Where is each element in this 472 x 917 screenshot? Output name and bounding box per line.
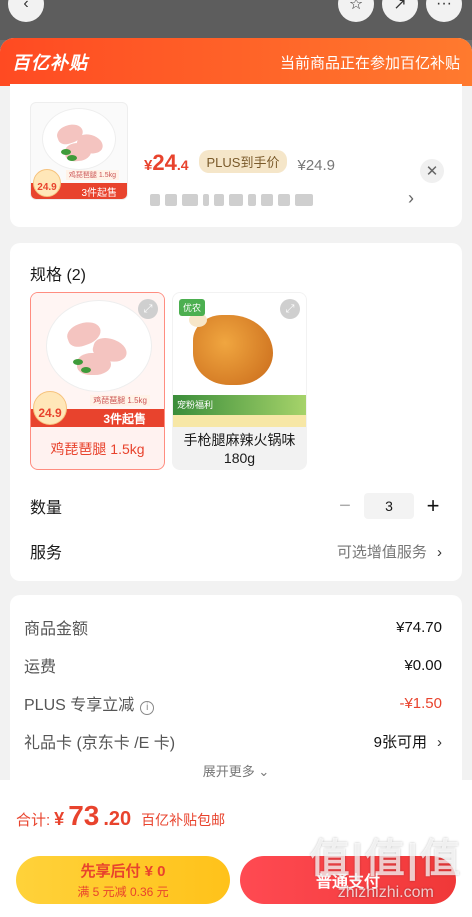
thumb-price-badge: 24.9 [33,169,61,197]
shipping-label: 运费 [24,659,57,676]
original-price: ¥24.9 [297,157,336,174]
chevron-right-icon[interactable]: › [408,188,414,209]
increase-button[interactable]: + [424,493,442,519]
service-label: 服务 [30,545,63,562]
quantity-stepper: − 3 + [336,493,442,519]
expand-icon[interactable]: ⤢ [138,299,158,319]
thumb-weight: 鸡琵琶腿 1.5kg [65,170,119,180]
giftcard-value: 9张可用 › [373,733,442,751]
total-amount: 73 [68,800,100,831]
pay-later-button[interactable]: 先享后付 ¥ 0 满 5 元减 0.36 元 [16,856,230,904]
service-row[interactable]: 服务 可选增值服务 › [30,539,442,563]
total-label: 合计: [16,812,51,829]
product-title-redacted [150,194,313,206]
spec-section: 规格 (2) ⤢ 鸡琵琶腿 1.5kg 3件起售 24.9 鸡琵琶腿 1.5kg [10,243,462,581]
shipping-row: 运费 ¥0.00 [24,653,442,677]
decrease-button[interactable]: − [336,495,354,518]
plate-image [43,109,115,169]
plus-discount-value: -¥1.50 [399,694,442,712]
goods-amount-label: 商品金额 [24,621,89,638]
more-icon[interactable]: ··· [426,0,462,22]
giftcard-label: 礼品卡 (京东卡 /E 卡) [24,735,176,752]
subsidy-notice: 当前商品正在参加百亿补贴 [279,54,460,72]
promo-band: 宠粉福利 [173,395,306,415]
close-icon[interactable]: ✕ [420,159,444,183]
checkout-bar: 合计: ¥73.20 百亿补贴包邮 先享后付 ¥ 0 满 5 元减 0.36 元… [0,780,472,917]
chevron-right-icon: › [437,733,442,751]
total-note: 百亿补贴包邮 [141,812,226,828]
option-image: 优农 ⤢ 宠粉福利 [173,293,306,427]
background-page-header: ‹ ☆ ↗ ··· [0,0,472,40]
info-icon[interactable]: i [140,700,155,715]
goods-amount-row: 商品金额 ¥74.70 [24,615,442,639]
share-icon[interactable]: ↗ [382,0,418,22]
price-row: ¥24.4 PLUS到手价 ¥24.9 [144,150,335,176]
plus-price-tag: PLUS到手价 [198,150,288,173]
site-watermark: 值|值|值 zhizhizhi.com [309,837,462,901]
goods-amount-value: ¥74.70 [396,618,442,636]
quantity-row: 数量 − 3 + [30,493,442,519]
chevron-down-icon: ⌄ [258,764,270,779]
spec-option-spicy-leg[interactable]: 优农 ⤢ 宠粉福利 手枪腿麻辣火锅味 180g [172,292,307,470]
quantity-label: 数量 [30,500,63,517]
quantity-input[interactable]: 3 [364,493,414,519]
giftcard-row[interactable]: 礼品卡 (京东卡 /E 卡) 9张可用 › [24,729,442,753]
favorite-icon[interactable]: ☆ [338,0,374,22]
service-value: 可选增值服务 › [336,543,442,561]
brand-tag: 优农 [179,299,206,316]
spec-option-drumstick[interactable]: ⤢ 鸡琵琶腿 1.5kg 3件起售 24.9 鸡琵琶腿 1.5kg [30,292,165,470]
expand-icon[interactable]: ⤢ [280,299,300,319]
expand-more-link[interactable]: 展开更多 ⌄ [10,761,462,780]
plus-discount-row: PLUS 专享立减 i -¥1.50 [24,691,442,715]
back-icon[interactable]: ‹ [8,0,44,22]
option-label: 手枪腿麻辣火锅味 180g [183,431,296,466]
shipping-value: ¥0.00 [404,656,442,674]
spec-title: 规格 (2) [30,267,87,284]
cost-breakdown: 商品金额 ¥74.70 运费 ¥0.00 PLUS 专享立减 i -¥1.50 礼… [10,595,462,785]
chevron-right-icon: › [437,543,442,561]
total-row: 合计: ¥73.20 百亿补贴包邮 [16,800,226,831]
plus-discount-label: PLUS 专享立减 i [24,691,155,715]
product-summary: 鸡琵琶腿 1.5kg 3件起售 24.9 ¥24.4 PLUS到手价 ¥24.9… [10,84,462,227]
purchase-sheet: 百亿补贴 当前商品正在参加百亿补贴 鸡琵琶腿 1.5kg 3件起售 24.9 ¥… [0,38,472,917]
option-price-badge: 24.9 [33,391,67,425]
option-image: ⤢ 鸡琵琶腿 1.5kg 3件起售 24.9 [31,293,164,427]
subsidy-banner: 百亿补贴 当前商品正在参加百亿补贴 [0,38,472,86]
fried-leg-image [193,315,273,385]
option-weight: 鸡琵琶腿 1.5kg [90,395,150,406]
option-label: 鸡琵琶腿 1.5kg [50,440,145,457]
current-price: ¥24.4 [144,150,189,175]
subsidy-logo: 百亿补贴 [12,53,88,73]
product-thumbnail[interactable]: 鸡琵琶腿 1.5kg 3件起售 24.9 [30,102,128,200]
